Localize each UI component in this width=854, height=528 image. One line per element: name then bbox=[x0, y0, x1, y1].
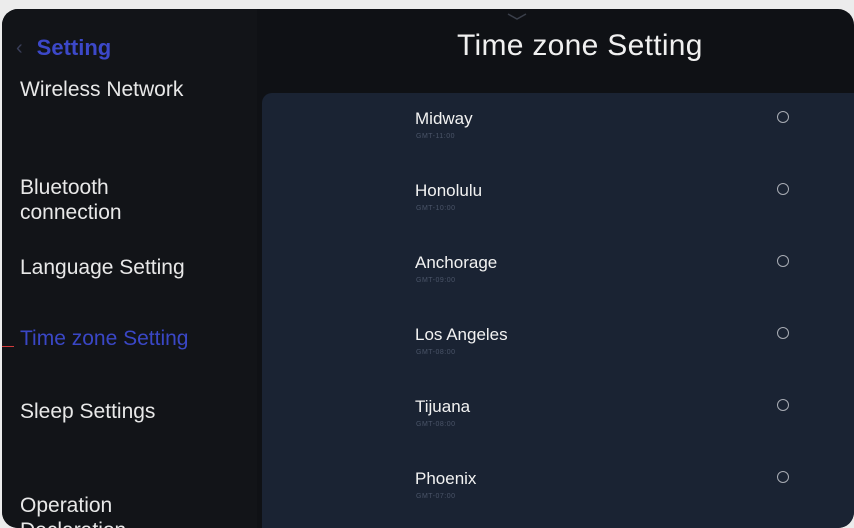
radio-unselected-icon[interactable] bbox=[777, 327, 789, 339]
timezone-option-midway[interactable]: Midway GMT-11:00 bbox=[415, 109, 815, 165]
timezone-option-phoenix[interactable]: Phoenix GMT-07:00 bbox=[415, 469, 815, 525]
timezone-offset: GMT-09:00 bbox=[416, 277, 456, 284]
sidebar-item-sleep[interactable]: Sleep Settings bbox=[20, 399, 250, 424]
timezone-option-anchorage[interactable]: Anchorage GMT-09:00 bbox=[415, 253, 815, 309]
timezone-offset: GMT-08:00 bbox=[416, 421, 456, 428]
timezone-option-honolulu[interactable]: Honolulu GMT-10:00 bbox=[415, 181, 815, 237]
timezone-offset: GMT-07:00 bbox=[416, 493, 456, 500]
sidebar-title: Setting bbox=[36, 35, 112, 60]
sidebar-item-label: Wireless Network bbox=[20, 78, 184, 101]
timezone-offset: GMT-11:00 bbox=[416, 133, 455, 140]
timezone-name: Anchorage bbox=[415, 253, 498, 272]
sidebar-item-operation-declaration[interactable]: Operation Declaration bbox=[20, 468, 250, 528]
sidebar-item-label: Sleep Settings bbox=[20, 400, 156, 423]
timezone-name: Los Angeles bbox=[415, 325, 508, 344]
timezone-option-los-angeles[interactable]: Los Angeles GMT-08:00 bbox=[415, 325, 815, 381]
sidebar-item-label: Bluetooth connection bbox=[20, 176, 122, 224]
timezone-list: Midway GMT-11:00 Honolulu GMT-10:00 Anch… bbox=[262, 93, 854, 528]
timezone-option-tijuana[interactable]: Tijuana GMT-08:00 bbox=[415, 397, 815, 453]
timezone-name: Tijuana bbox=[415, 397, 471, 416]
radio-unselected-icon[interactable] bbox=[777, 399, 789, 411]
radio-unselected-icon[interactable] bbox=[777, 111, 789, 123]
device-screen: ‹ Setting Wireless Network Bluetooth con… bbox=[2, 9, 854, 528]
settings-sidebar: ‹ Setting Wireless Network Bluetooth con… bbox=[2, 9, 257, 528]
back-button[interactable]: ‹ Setting bbox=[16, 35, 111, 61]
sidebar-item-time-zone[interactable]: Time zone Setting bbox=[20, 326, 250, 351]
chevron-left-icon: ‹ bbox=[16, 37, 23, 59]
sidebar-item-language[interactable]: Language Setting bbox=[20, 255, 250, 280]
page-title: Time zone Setting bbox=[457, 29, 703, 62]
chevron-down-icon[interactable] bbox=[507, 13, 527, 21]
timezone-offset: GMT-08:00 bbox=[416, 349, 456, 356]
radio-unselected-icon[interactable] bbox=[777, 183, 789, 195]
timezone-name: Midway bbox=[415, 109, 473, 128]
radio-unselected-icon[interactable] bbox=[777, 471, 789, 483]
sidebar-item-wireless-network[interactable]: Wireless Network bbox=[20, 77, 250, 102]
timezone-name: Phoenix bbox=[415, 469, 477, 488]
timezone-name: Honolulu bbox=[415, 181, 483, 200]
sidebar-item-label: Time zone Setting bbox=[20, 327, 189, 350]
sidebar-item-label: Language Setting bbox=[20, 256, 185, 279]
sidebar-item-bluetooth[interactable]: Bluetooth connection bbox=[20, 150, 250, 225]
active-item-marker bbox=[2, 346, 14, 347]
timezone-offset: GMT-10:00 bbox=[416, 205, 456, 212]
sidebar-item-label: Operation Declaration bbox=[20, 494, 126, 528]
radio-unselected-icon[interactable] bbox=[777, 255, 789, 267]
